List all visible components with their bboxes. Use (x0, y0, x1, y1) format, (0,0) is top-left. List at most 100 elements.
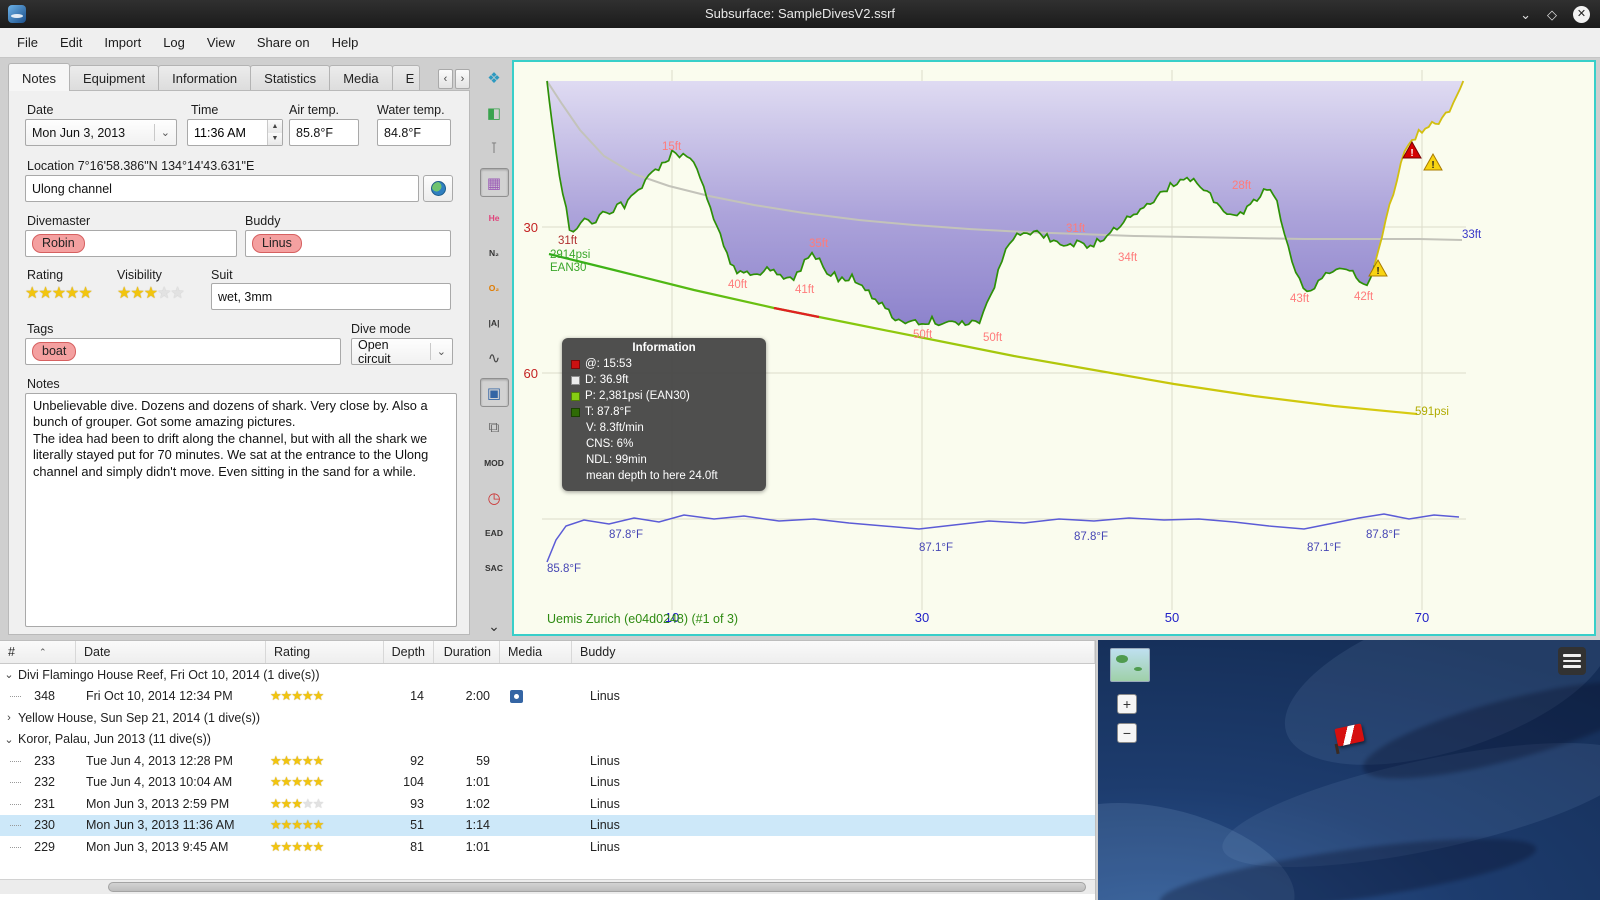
dive-date: Mon Jun 3, 2013 9:45 AM (86, 839, 229, 854)
dive-list-header[interactable]: # ⌃ Date Rating Depth Duration Media Buddy (0, 641, 1095, 664)
infobox-row: @: 15:53 (571, 356, 757, 372)
toolbar-collapse-chevron-icon[interactable]: ⌄ (488, 618, 500, 635)
mod-toggle[interactable]: MOD (480, 448, 509, 477)
zoom-out-button[interactable]: − (1117, 723, 1137, 743)
rating-label: Rating (27, 268, 64, 282)
map-panel[interactable]: + − (1098, 640, 1600, 900)
dive-computer-icon[interactable]: ❖ (480, 63, 509, 92)
buddy-chip[interactable]: Linus (252, 234, 302, 253)
column-header-date[interactable]: Date (76, 641, 266, 663)
star-filled-icon: ★ (270, 688, 282, 704)
trip-row[interactable]: ⌄ Koror, Palau, Jun 2013 (11 dive(s)) (0, 729, 1095, 751)
column-header-rating[interactable]: Rating (266, 641, 384, 663)
trip-row[interactable]: ⌄ Divi Flamingo House Reef, Fri Oct 10, 2… (0, 664, 1095, 686)
ead-toggle[interactable]: EAD (480, 518, 509, 547)
notes-textarea[interactable]: Unbelievable dive. Dozens and dozens of … (25, 393, 457, 627)
buddy-field[interactable]: Linus (245, 230, 451, 257)
menu-import[interactable]: Import (93, 30, 152, 55)
menu-help[interactable]: Help (321, 30, 370, 55)
phe-toggle[interactable]: He (480, 203, 509, 232)
column-header-depth[interactable]: Depth (384, 641, 434, 663)
airtemp-field[interactable] (289, 119, 359, 146)
close-button[interactable]: ✕ (1573, 5, 1590, 23)
minimize-button[interactable]: ⌄ (1520, 8, 1531, 21)
scrollbar-thumb[interactable] (108, 882, 1086, 892)
po2-toggle[interactable]: O₂ (480, 273, 509, 302)
sac-toggle[interactable]: SAC (480, 553, 509, 582)
location-input[interactable] (25, 175, 419, 202)
window-title: Subsurface: SampleDivesV2.ssrf (704, 6, 896, 21)
column-header-duration[interactable]: Duration (434, 641, 500, 663)
map-menu-button[interactable] (1558, 647, 1586, 675)
tags-field[interactable]: boat (25, 338, 341, 365)
suit-field[interactable] (211, 283, 451, 310)
divemode-dropdown[interactable]: Open circuit ⌄ (351, 337, 453, 366)
dive-row[interactable]: 229 Mon Jun 3, 2013 9:45 AM ★★★★★ 81 1:01 Lin… (0, 836, 1095, 858)
dive-depth: 92 (410, 753, 424, 768)
date-value: Mon Jun 3, 2013 (32, 125, 126, 140)
menu-edit[interactable]: Edit (49, 30, 93, 55)
divemaster-chip[interactable]: Robin (32, 234, 85, 253)
rating-stars[interactable]: ★★★★★ (25, 283, 93, 303)
profile-label: Uemis Zurich (e04d0248) (#1 of 3) (547, 612, 738, 626)
buddy-label: Buddy (245, 214, 281, 228)
ruler-icon[interactable]: ⧉ (480, 413, 509, 442)
media-photos-icon[interactable] (510, 689, 523, 703)
column-header-buddy[interactable]: Buddy (572, 641, 1095, 663)
profile-label: 34ft (1118, 252, 1138, 264)
tab-media[interactable]: Media (329, 65, 393, 91)
tab-information[interactable]: Information (158, 65, 252, 91)
trip-row[interactable]: › Yellow House, Sun Sep 21, 2014 (1 dive(… (0, 707, 1095, 729)
dive-row[interactable]: 233 Tue Jun 4, 2013 12:28 PM ★★★★★ 92 59 Linu… (0, 750, 1095, 772)
column-header-num[interactable]: # ⌃ (0, 641, 76, 663)
spin-up-icon[interactable]: ▲ (268, 120, 282, 133)
zoom-in-button[interactable]: + (1117, 694, 1137, 714)
watertemp-label: Water temp. (377, 103, 445, 117)
time-spinner[interactable]: ▲▼ (187, 119, 283, 146)
profile-label: 87.1°F (919, 542, 953, 554)
photos-toggle[interactable]: ▣ (479, 378, 509, 407)
heart-rate-icon[interactable]: ∿ (480, 343, 509, 372)
spin-down-icon[interactable]: ▼ (268, 132, 282, 145)
ceiling-dc-icon[interactable]: ◧ (480, 98, 509, 127)
tab-scroll-right-button[interactable]: › (455, 69, 470, 89)
visibility-label: Visibility (117, 268, 162, 282)
visibility-stars[interactable]: ★★★★★ (117, 283, 185, 303)
expand-caret-icon[interactable]: › (0, 712, 18, 724)
dive-row[interactable]: 230 Mon Jun 3, 2013 11:36 AM ★★★★★ 51 1:14 Li… (0, 814, 1095, 836)
collapse-caret-icon[interactable]: ⌄ (0, 733, 18, 746)
horizontal-scrollbar[interactable] (0, 879, 1095, 894)
svg-text:70: 70 (1415, 610, 1429, 625)
tts-toggle[interactable]: |A| (480, 308, 509, 337)
maximize-button[interactable]: ◇ (1547, 8, 1557, 21)
pn2-toggle[interactable]: N₂ (480, 238, 509, 267)
tag-chip[interactable]: boat (32, 342, 77, 361)
column-header-media[interactable]: Media (500, 641, 572, 663)
profile-panel[interactable]: 10 30 50 70 30 60 15ft 31ft 2914psi EAN30 40ft 41ft… (512, 60, 1596, 636)
divemode-value: Open circuit (358, 337, 391, 366)
date-dropdown[interactable]: Mon Jun 3, 2013 ⌄ (25, 119, 177, 146)
divemaster-field[interactable]: Robin (25, 230, 237, 257)
star-filled-icon: ★ (312, 774, 325, 790)
menu-view[interactable]: View (196, 30, 246, 55)
dive-depth: 104 (403, 775, 424, 790)
tab-notes[interactable]: Notes (8, 63, 70, 91)
tab-statistics[interactable]: Statistics (250, 65, 331, 91)
dive-row[interactable]: 232 Tue Jun 4, 2013 10:04 AM ★★★★★ 104 1:01 L… (0, 772, 1095, 794)
ceiling-calc-icon[interactable]: ⊺ (480, 133, 509, 162)
star-filled-icon: ★ (312, 817, 325, 833)
location-map-button[interactable] (423, 175, 453, 202)
menu-file[interactable]: File (6, 30, 49, 55)
tab-equipment[interactable]: Equipment (68, 65, 160, 91)
tab-scroll-left-button[interactable]: ‹ (438, 69, 453, 89)
ndl-toggle[interactable]: ◷ (480, 483, 509, 512)
dive-row[interactable]: 348 Fri Oct 10, 2014 12:34 PM ★★★★★ 14 2:00 L… (0, 686, 1095, 708)
map-overview-thumbnail[interactable] (1110, 648, 1150, 682)
watertemp-field[interactable] (377, 119, 451, 146)
menu-log[interactable]: Log (152, 30, 196, 55)
menu-share-on[interactable]: Share on (246, 30, 321, 55)
tissues-icon[interactable]: ▦ (479, 168, 509, 197)
tab-e[interactable]: E (391, 65, 420, 91)
dive-row[interactable]: 231 Mon Jun 3, 2013 2:59 PM ★★★★★ 93 1:02 Lin… (0, 793, 1095, 815)
collapse-caret-icon[interactable]: ⌄ (0, 668, 18, 681)
